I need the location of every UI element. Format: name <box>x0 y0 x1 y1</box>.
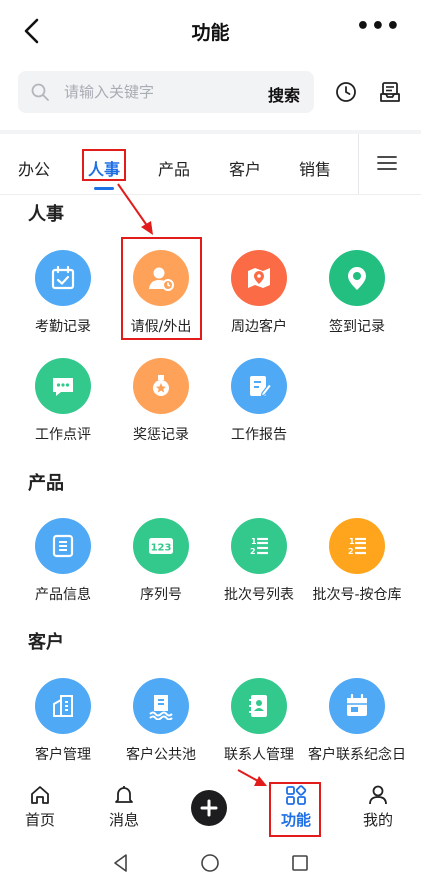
func-customer-pool[interactable]: 客户公共池 <box>112 678 210 774</box>
grid-apps-icon <box>286 785 307 805</box>
func-label: 序列号 <box>140 587 182 603</box>
nav-label: 功能 <box>280 811 311 829</box>
svg-text:2: 2 <box>348 547 354 556</box>
nav-messages[interactable]: 消息 <box>94 784 154 830</box>
more-options-icon[interactable]: ••• <box>356 14 401 39</box>
func-attendance[interactable]: 考勤记录 <box>14 250 112 346</box>
building-icon <box>35 678 91 734</box>
func-label: 工作报告 <box>231 427 287 443</box>
system-nav-bar <box>0 840 421 886</box>
func-label: 周边客户 <box>231 319 287 335</box>
tab-product[interactable]: 产品 <box>158 156 190 180</box>
plus-icon <box>200 799 218 817</box>
func-label: 产品信息 <box>35 587 91 603</box>
active-tab-indicator <box>94 187 114 190</box>
func-label: 客户联系纪念日 <box>308 747 406 763</box>
bottom-nav: 首页 消息 功能 我的 <box>0 776 421 840</box>
history-clock-icon[interactable] <box>334 80 358 104</box>
svg-text:1: 1 <box>251 537 257 546</box>
search-input[interactable] <box>64 71 254 113</box>
func-contact-management[interactable]: 联系人管理 <box>210 678 308 774</box>
bell-icon <box>115 786 133 803</box>
tab-hr[interactable]: 人事 <box>88 156 120 180</box>
nav-home[interactable]: 首页 <box>10 784 70 830</box>
contact-book-icon <box>231 678 287 734</box>
func-work-review[interactable]: 工作点评 <box>14 358 112 454</box>
func-label: 工作点评 <box>35 427 91 443</box>
add-button[interactable] <box>191 790 227 826</box>
calendar-icon <box>329 678 385 734</box>
func-checkin-records[interactable]: 签到记录 <box>308 250 406 346</box>
system-recents-icon[interactable] <box>290 853 310 873</box>
nav-label: 消息 <box>108 811 139 829</box>
func-serial-number[interactable]: 123 序列号 <box>112 518 210 614</box>
tab-office[interactable]: 办公 <box>18 156 50 180</box>
func-batch-by-warehouse[interactable]: 12 批次号-按仓库 <box>308 518 406 614</box>
func-label: 签到记录 <box>329 319 385 335</box>
func-leave-outing[interactable]: 请假/外出 <box>112 250 210 346</box>
func-label: 联系人管理 <box>224 747 294 763</box>
numbered-list-icon: 12 <box>329 518 385 574</box>
person-icon <box>369 785 387 805</box>
func-rewards-penalties[interactable]: 奖惩记录 <box>112 358 210 454</box>
func-work-report[interactable]: 工作报告 <box>210 358 308 454</box>
func-label: 客户管理 <box>35 747 91 763</box>
medal-icon <box>133 358 189 414</box>
divider <box>0 194 421 195</box>
func-label: 客户公共池 <box>126 747 196 763</box>
svg-text:1: 1 <box>349 537 355 546</box>
section-title-hr: 人事 <box>28 204 64 225</box>
chat-bubble-icon <box>35 358 91 414</box>
tab-sales[interactable]: 销售 <box>299 156 331 180</box>
nav-label: 首页 <box>24 811 55 829</box>
tab-separator <box>358 134 359 194</box>
func-label: 批次号-按仓库 <box>312 587 402 603</box>
func-product-info[interactable]: 产品信息 <box>14 518 112 614</box>
svg-text:2: 2 <box>250 547 256 556</box>
home-icon <box>31 786 49 804</box>
search-bar: 搜索 <box>18 71 314 113</box>
nav-me[interactable]: 我的 <box>348 784 408 830</box>
system-back-icon[interactable] <box>111 853 131 873</box>
person-clock-icon <box>133 250 189 306</box>
func-customer-management[interactable]: 客户管理 <box>14 678 112 774</box>
inbox-icon[interactable] <box>378 80 402 104</box>
func-customer-anniversary[interactable]: 客户联系纪念日 <box>308 678 406 774</box>
numbered-list-icon: 12 <box>231 518 287 574</box>
system-home-icon[interactable] <box>200 853 220 873</box>
header: 功能 ••• <box>0 0 421 64</box>
func-nearby-customers[interactable]: 周边客户 <box>210 250 308 346</box>
section-title-customer: 客户 <box>28 632 64 653</box>
func-label: 批次号列表 <box>224 587 294 603</box>
func-label: 考勤记录 <box>35 319 91 335</box>
number-123-icon: 123 <box>133 518 189 574</box>
func-label: 奖惩记录 <box>133 427 189 443</box>
pool-building-icon <box>133 678 189 734</box>
list-doc-icon <box>35 518 91 574</box>
menu-icon[interactable] <box>376 152 398 174</box>
calendar-check-icon <box>35 250 91 306</box>
section-title-product: 产品 <box>28 473 64 494</box>
search-button[interactable]: 搜索 <box>268 82 300 106</box>
tab-customer[interactable]: 客户 <box>229 156 261 180</box>
category-tabs: 办公 人事 产品 客户 销售 <box>0 134 421 194</box>
func-label: 请假/外出 <box>130 319 192 335</box>
svg-text:123: 123 <box>151 543 172 554</box>
func-batch-list[interactable]: 12 批次号列表 <box>210 518 308 614</box>
location-pin-icon <box>329 250 385 306</box>
document-edit-icon <box>231 358 287 414</box>
map-pin-icon <box>231 250 287 306</box>
nav-functions[interactable]: 功能 <box>266 784 326 830</box>
search-icon <box>31 83 49 101</box>
nav-label: 我的 <box>362 811 393 829</box>
